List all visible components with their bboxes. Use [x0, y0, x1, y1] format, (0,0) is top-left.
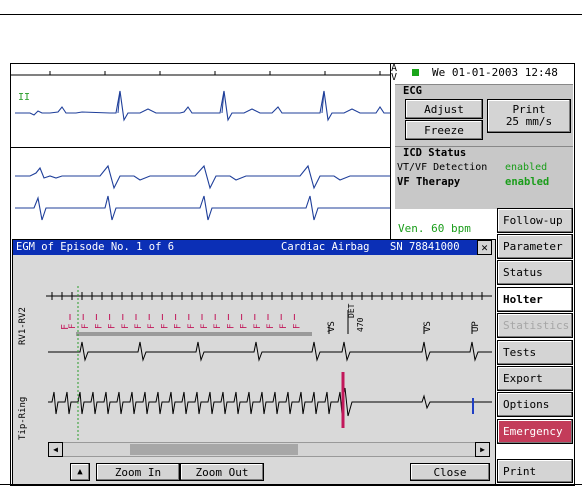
ecg-panel: ECG Adjust Freeze Print 25 mm/s [395, 84, 573, 147]
nav-holter[interactable]: Holter [497, 287, 573, 312]
nav-follow-up[interactable]: Follow-up [497, 208, 573, 233]
vf-marker: F [240, 324, 250, 329]
vf-marker: F [81, 324, 91, 329]
nav-export[interactable]: Export [497, 366, 573, 391]
heart-rate: Ven. 60 bpm [398, 222, 471, 235]
close-button[interactable]: Close [410, 463, 490, 481]
vf-marker: F [266, 324, 276, 329]
scroll-left-icon[interactable]: ◀ [48, 442, 63, 457]
egm-serial: SN 78841000 [390, 241, 460, 253]
adjust-button[interactable]: Adjust [405, 99, 483, 119]
ecg-lead-ii-trace [10, 71, 390, 122]
av-indicator: AV [391, 63, 398, 83]
vf-marker: F [94, 324, 104, 329]
therapy-label: VF Therapy [397, 176, 461, 188]
scroll-right-icon[interactable]: ▶ [475, 442, 490, 457]
x-icon[interactable]: ✕ [477, 240, 492, 255]
vf-marker: F [292, 324, 302, 329]
vf-marker: F [226, 324, 236, 329]
freeze-button[interactable]: Freeze [405, 120, 483, 140]
detection-value: enabled [505, 162, 548, 173]
zoom-in-button[interactable]: Zoom In [96, 463, 180, 481]
egm-title: EGM of Episode No. 1 of 6 [16, 241, 175, 253]
icd-status-panel: ICD Status VT/VF Detection enabled VF Th… [395, 146, 573, 209]
vf-marker: F [279, 324, 289, 329]
vf-marker: F [213, 324, 223, 329]
scroll-up-button[interactable]: ▲ [70, 463, 90, 481]
datetime: We 01-01-2003 12:48 [432, 66, 558, 79]
vf-marker: F [187, 324, 197, 329]
vf-marker: F [200, 324, 210, 329]
nav-statistics[interactable]: Statistics [497, 313, 573, 338]
lead-label: II [18, 92, 31, 103]
print-speed-button[interactable]: Print 25 mm/s [487, 99, 571, 133]
nav-status[interactable]: Status [497, 260, 573, 285]
telemetry-indicator-icon [412, 69, 419, 76]
vf-marker: F [121, 324, 131, 329]
icd-panel-title: ICD Status [403, 147, 467, 159]
vf-marker: F [68, 324, 78, 329]
egm-titlebar[interactable]: EGM of Episode No. 1 of 6 Cardiac Airbag… [13, 240, 477, 255]
nav-print[interactable]: Print [497, 459, 573, 483]
ecg-trace-panel-2 [10, 147, 391, 240]
nav-options[interactable]: Options [497, 392, 573, 417]
print-speed-value: 25 mm/s [505, 115, 553, 128]
nav-parameter[interactable]: Parameter [497, 234, 573, 259]
detection-label: VT/VF Detection [397, 162, 488, 173]
scrollbar-thumb[interactable] [130, 444, 298, 455]
egm-device-name: Cardiac Airbag [281, 241, 370, 253]
vf-marker: F [134, 324, 144, 329]
ecg-trace-panel-1 [10, 63, 391, 147]
zoom-out-button[interactable]: Zoom Out [180, 463, 264, 481]
top-divider [0, 14, 582, 15]
nav-tests[interactable]: Tests [497, 340, 573, 365]
vf-marker: F [174, 324, 184, 329]
bottom-divider [0, 484, 582, 485]
therapy-value: enabled [505, 176, 550, 188]
nav-emergency[interactable]: Emergency [497, 419, 573, 444]
vf-marker: F [253, 324, 263, 329]
vf-marker: F [160, 324, 170, 329]
vf-marker: F [108, 324, 118, 329]
ecg-panel-title: ECG [403, 85, 422, 97]
ecg-channel-traces [15, 164, 390, 221]
egm-traces: FFFFFFFFFFFFFFFFFF [46, 286, 492, 442]
vf-marker: F [147, 324, 157, 329]
